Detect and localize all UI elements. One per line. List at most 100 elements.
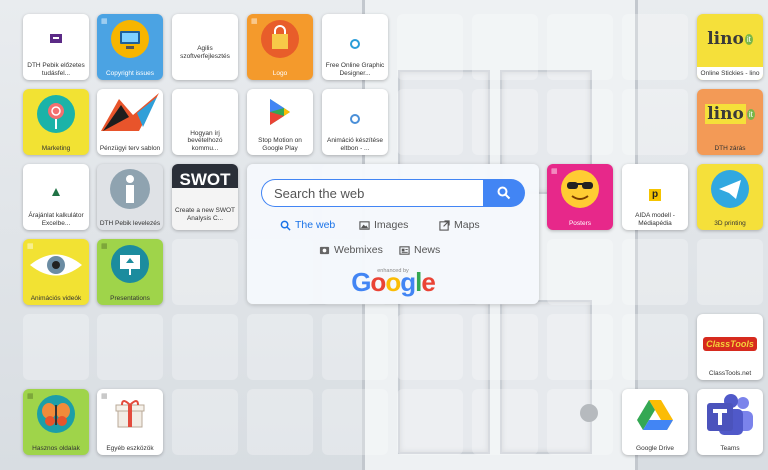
search-button[interactable] [483,179,525,207]
tile-penzugyi-terv[interactable]: Pénzügyi terv sablon [97,89,163,155]
tile-agilis[interactable]: Agilis szoftverfejlesztés [172,14,238,80]
tile-aida-modell[interactable]: p AIDA modell - Médiapédia [622,164,688,230]
tile-label: Free Online Graphic Designer... [325,62,385,77]
tile-label: DTH Pebik előzetes tudásfel... [27,62,85,77]
empty-grid-cell[interactable] [172,389,238,455]
tile-hogyan-irj[interactable]: Hogyan írj bevételhozó kommu... [172,89,238,155]
empty-grid-cell[interactable] [622,89,688,155]
empty-grid-cell[interactable] [172,314,238,380]
search-input[interactable] [261,179,483,207]
tile-label: Presentations [110,294,150,302]
empty-grid-cell[interactable] [547,239,613,305]
tile-label: Google Drive [636,444,674,452]
empty-grid-cell[interactable] [622,239,688,305]
animation-icon [322,113,388,125]
empty-grid-cell[interactable] [23,314,89,380]
telegram-icon [697,168,763,210]
tile-label: Hasznos oldalak [32,444,80,452]
tile-classtools[interactable]: ClassTools ClassTools.net [697,314,763,380]
lollipop-icon [23,93,89,135]
image-icon [359,220,370,230]
design-icon [322,38,388,50]
tile-label: 3D printing [714,219,746,227]
tile-dth-pebik-levelezes[interactable]: DTH Pebik levelezés [97,164,163,230]
tile-copyright-issues[interactable]: ▦ Copyright issues [97,14,163,80]
search-option-images[interactable]: Images [359,219,408,231]
tile-label: Online Stickies - lino [697,66,763,80]
tile-3d-printing[interactable]: 3D printing [697,164,763,230]
tile-presentations[interactable]: ▦ Presentations [97,239,163,305]
search-option-label: Maps [454,219,480,231]
tile-posters[interactable]: ▦ Posters [547,164,613,230]
tile-free-online-graphic[interactable]: Free Online Graphic Designer... [322,14,388,80]
empty-grid-cell[interactable] [472,389,538,455]
tile-google-drive[interactable]: Google Drive [622,389,688,455]
search-option-label: The web [295,219,336,231]
swot-icon: SWOT [172,164,238,189]
search-icon [497,186,511,200]
empty-grid-cell[interactable] [547,14,613,80]
empty-grid-cell[interactable] [622,14,688,80]
empty-grid-cell[interactable] [547,389,613,455]
tile-label: Create a new SWOT Analysis C... [175,207,235,222]
google-logo-letter: g [400,267,416,297]
empty-grid-cell[interactable] [472,89,538,155]
empty-grid-cell[interactable] [247,389,313,455]
empty-grid-cell[interactable] [547,314,613,380]
empty-grid-cell[interactable] [322,389,388,455]
eye-icon [23,245,89,285]
empty-grid-cell[interactable] [697,239,763,305]
tile-label: Animáció készítése eltbon - ... [327,137,383,152]
search-option-maps[interactable]: Maps [439,219,480,231]
empty-grid-cell[interactable] [397,89,463,155]
empty-grid-cell[interactable] [547,89,613,155]
tile-animacio-keszitese[interactable]: Animáció készítése eltbon - ... [322,89,388,155]
tile-label: Pénzügyi terv sablon [99,144,161,152]
empty-grid-cell[interactable] [397,314,463,380]
tile-hasznos-oldalak[interactable]: ▦ Hasznos oldalak [23,389,89,455]
tile-label: Stop Motion on Google Play [258,137,302,152]
google-logo-letter: o [385,267,401,297]
tile-animacios-videok[interactable]: ▦ Animációs videók [23,239,89,305]
google-logo-letter: e [421,267,436,297]
news-icon [399,245,410,255]
tile-label: Egyéb eszközök [106,444,154,452]
tile-label: DTH zárás [714,144,746,152]
empty-grid-cell[interactable] [472,14,538,80]
tile-label: Teams [720,444,740,452]
tile-egyeb-eszkozok[interactable]: ▦ Egyéb eszközök [97,389,163,455]
empty-grid-cell[interactable] [622,314,688,380]
search-option-webmixes[interactable]: Webmixes [319,244,383,256]
tile-create-swot[interactable]: SWOT Create a new SWOT Analysis C... [172,164,238,230]
presentation-icon [97,243,163,285]
google-play-icon [247,95,313,129]
tile-arajanlat[interactable]: Árajánlat kalkulátor Excelbe... [23,164,89,230]
tile-label: Agilis szoftverfejlesztés [180,45,230,60]
search-icon [280,220,291,231]
empty-grid-cell[interactable] [322,314,388,380]
tile-logo[interactable]: ▦ Logo [247,14,313,80]
empty-grid-cell[interactable] [172,239,238,305]
empty-grid-cell[interactable] [397,389,463,455]
tile-marketing[interactable]: Marketing [23,89,89,155]
empty-grid-cell[interactable] [97,314,163,380]
search-option-web[interactable]: The web [280,219,335,231]
webmix-icon [319,246,330,254]
tile-teams[interactable]: Teams [697,389,763,455]
search-option-news[interactable]: News [399,244,440,256]
tile-dth-pebik-elozetes[interactable]: DTH Pebik előzetes tudásfel... [23,14,89,80]
tile-stop-motion[interactable]: Stop Motion on Google Play [247,89,313,155]
empty-grid-cell[interactable] [472,314,538,380]
tile-label: Posters [568,219,592,227]
empty-grid-cell[interactable] [397,14,463,80]
lino-logo: lino it [705,104,755,124]
shopping-bag-icon [247,18,313,60]
empty-grid-cell[interactable] [247,314,313,380]
tile-dth-zaras[interactable]: lino it DTH zárás [697,89,763,155]
tile-label: AIDA modell - Médiapédia [635,212,675,227]
tile-online-stickies-lino[interactable]: lino it Online Stickies - lino [697,14,763,80]
map-icon [439,219,450,231]
tile-label: Logo [272,69,288,77]
search-widget: The web Images Maps Webmixes News enhanc… [247,164,539,304]
google-drive-icon [622,397,688,431]
